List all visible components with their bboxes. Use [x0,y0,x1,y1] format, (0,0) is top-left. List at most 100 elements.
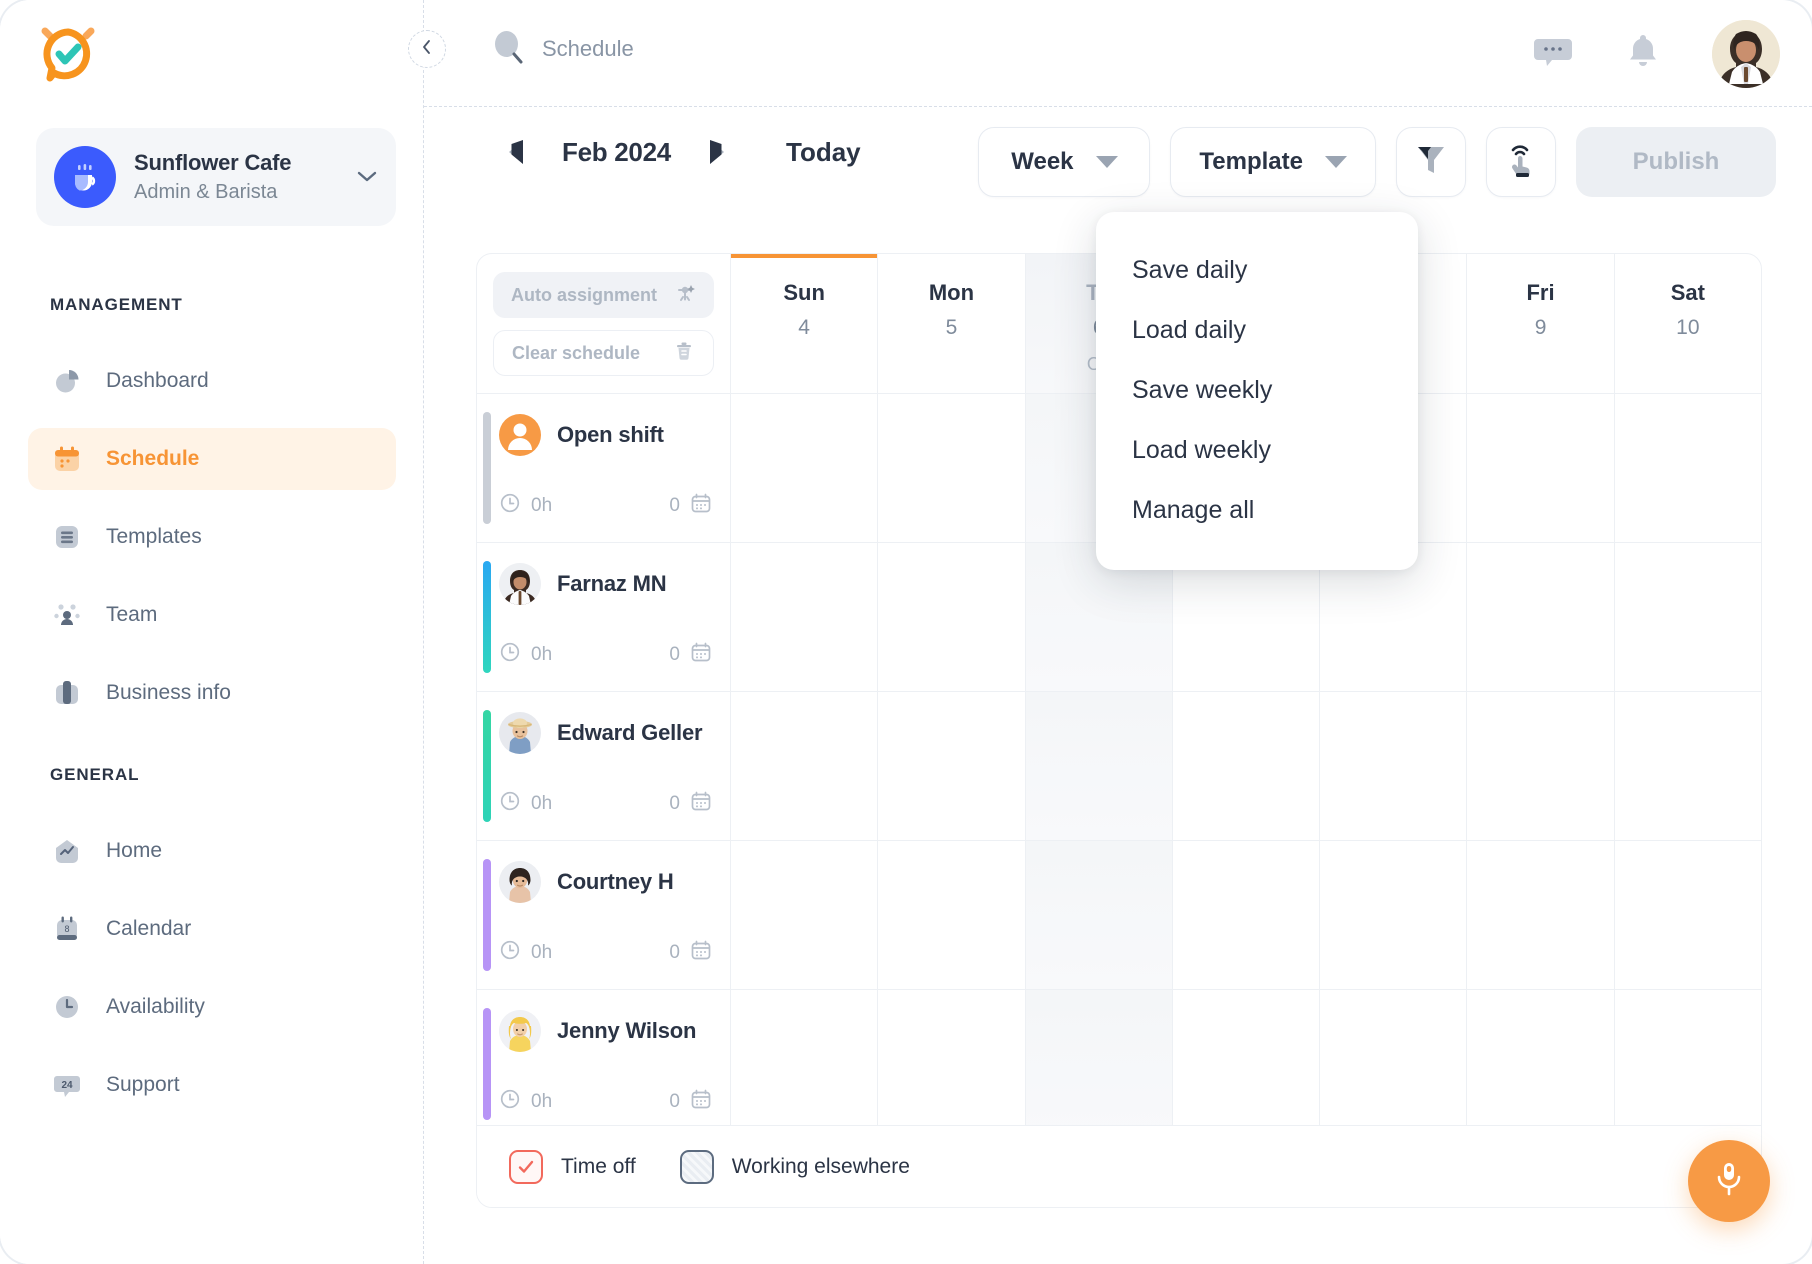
shift-slot[interactable] [1615,394,1761,542]
employee-hours: 0h [531,644,552,666]
shift-slot[interactable] [1467,543,1614,691]
calendar-icon [690,1088,712,1116]
publish-button[interactable]: Publish [1576,127,1776,197]
calendar-schedule-icon [50,442,84,476]
shift-slot[interactable] [1615,990,1761,1138]
shift-slot[interactable] [878,394,1025,542]
sidebar: Sunflower Cafe Admin & Barista MANAGEMEN… [0,0,424,1264]
shift-slot[interactable] [731,394,878,542]
employee-cell[interactable]: Jenny Wilson 0h [477,990,731,1138]
tap-gesture-icon [1504,141,1538,184]
search-input[interactable]: Schedule [542,36,634,62]
employee-cell[interactable]: Farnaz MN 0h [477,543,731,691]
avatar [499,712,541,754]
shift-slot[interactable] [1467,692,1614,840]
filter-button[interactable] [1396,127,1466,197]
shift-slot[interactable] [731,841,878,989]
shift-slot[interactable] [731,692,878,840]
chevron-down-icon[interactable] [350,166,378,189]
employee-cell[interactable]: Edward Geller 0h [477,692,731,840]
employee-cell[interactable]: Courtney H 0h [477,841,731,989]
chat-bubble-icon[interactable] [1532,31,1574,78]
shift-slot[interactable] [1173,841,1320,989]
sidebar-item-schedule[interactable]: Schedule [28,428,396,490]
sidebar-item-availability[interactable]: Availability [28,976,396,1038]
employee-hours: 0h [531,793,552,815]
employee-hours: 0h [531,495,552,517]
people-network-icon [50,598,84,632]
clock-icon [499,790,521,818]
shift-slot[interactable] [1026,841,1173,989]
day-column-header[interactable]: Fri 9 [1467,254,1614,393]
clear-schedule-button[interactable]: Clear schedule [493,330,714,376]
today-button[interactable]: Today [786,137,861,168]
day-name: Sun [783,280,825,306]
shift-slot[interactable] [1320,990,1467,1138]
view-selector[interactable]: Week [978,127,1150,197]
support-24-icon: 24 [50,1068,84,1102]
employee-color-bar [483,412,491,524]
shift-slot[interactable] [878,990,1025,1138]
employee-shift-count: 0 [669,793,680,815]
shift-slot[interactable] [878,841,1025,989]
shift-slot[interactable] [1467,990,1614,1138]
employee-shift-count: 0 [669,1091,680,1113]
next-period-button[interactable] [699,135,733,169]
schedule-tools: Auto assignment Clear schedule [477,254,731,393]
sidebar-item-templates[interactable]: Templates [28,506,396,568]
global-search[interactable]: Schedule [492,28,634,70]
employee-shift-count: 0 [669,644,680,666]
menu-item-manage-all[interactable]: Manage all [1096,480,1418,540]
avatar[interactable] [1712,20,1780,88]
org-switcher[interactable]: Sunflower Cafe Admin & Barista [36,128,396,226]
template-menu-label: Template [1199,148,1303,176]
sidebar-item-dashboard[interactable]: Dashboard [28,350,396,412]
sidebar-item-business-info[interactable]: Business info [28,662,396,724]
sidebar-item-home[interactable]: Home [28,820,396,882]
employee-hours: 0h [531,1091,552,1113]
menu-item-save-daily[interactable]: Save daily [1096,240,1418,300]
shift-slot[interactable] [731,990,878,1138]
sidebar-item-support[interactable]: 24 Support [28,1054,396,1116]
org-name: Sunflower Cafe [134,149,350,177]
day-name: Sat [1671,280,1705,306]
employee-cell[interactable]: Open shift 0h [477,394,731,542]
employee-stats: 0h 0 [499,790,712,818]
voice-assistant-button[interactable] [1688,1140,1770,1222]
shift-slot[interactable] [1026,692,1173,840]
shift-slot[interactable] [1467,841,1614,989]
sidebar-collapse-button[interactable] [408,30,446,68]
shift-slot[interactable] [1615,543,1761,691]
auto-assignment-button[interactable]: Auto assignment [493,272,714,318]
shift-slot[interactable] [1615,692,1761,840]
day-column-header[interactable]: Sat 10 [1615,254,1761,393]
app-logo-icon [36,22,100,86]
shift-slot[interactable] [1320,692,1467,840]
sidebar-item-team[interactable]: Team [28,584,396,646]
sidebar-item-label: Team [106,603,157,627]
shift-slot[interactable] [1467,394,1614,542]
bell-icon[interactable] [1624,31,1662,78]
shift-slot[interactable] [1173,990,1320,1138]
day-column-header[interactable]: Mon 5 [878,254,1025,393]
nav-section-general: GENERAL [50,765,139,785]
shift-slot[interactable] [878,543,1025,691]
shift-slot[interactable] [731,543,878,691]
avatar [499,1010,541,1052]
employee-color-bar [483,1008,491,1120]
tap-mode-button[interactable] [1486,127,1556,197]
menu-item-load-daily[interactable]: Load daily [1096,300,1418,360]
shift-slot[interactable] [878,692,1025,840]
schedule-toolbar: Feb 2024 Today Week Template [424,107,1812,225]
shift-slot[interactable] [1173,692,1320,840]
sidebar-item-calendar[interactable]: 8 Calendar [28,898,396,960]
auto-assignment-label: Auto assignment [511,285,657,306]
menu-item-save-weekly[interactable]: Save weekly [1096,360,1418,420]
menu-item-load-weekly[interactable]: Load weekly [1096,420,1418,480]
template-menu-button[interactable]: Template [1170,127,1376,197]
day-column-header[interactable]: Sun 4 [731,254,878,393]
shift-slot[interactable] [1320,841,1467,989]
prev-period-button[interactable] [500,135,534,169]
shift-slot[interactable] [1615,841,1761,989]
shift-slot[interactable] [1026,990,1173,1138]
